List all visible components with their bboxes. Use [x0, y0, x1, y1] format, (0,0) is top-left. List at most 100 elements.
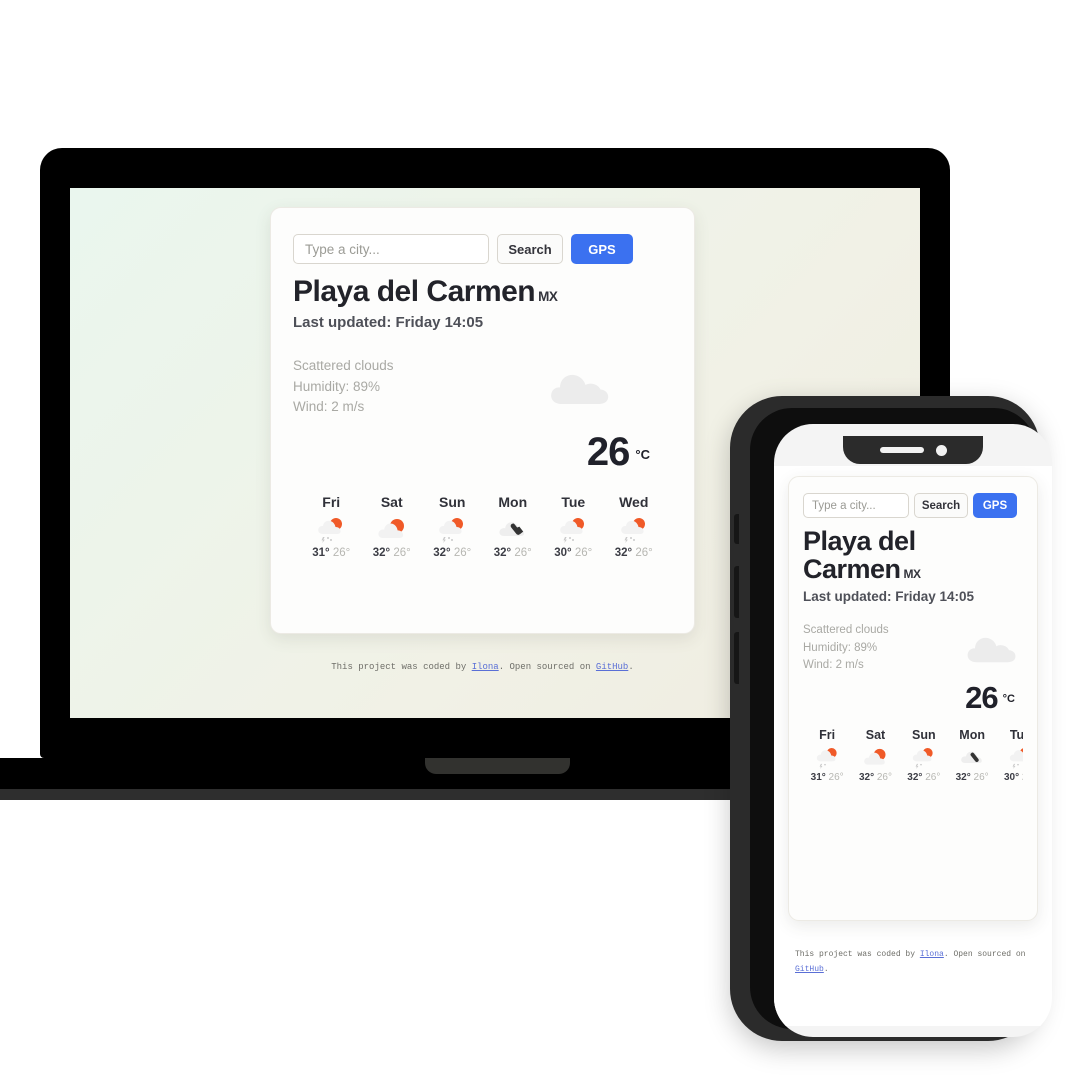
forecast-max: 30°	[1003, 772, 1020, 784]
city-title: Playa del Carmen MX	[293, 276, 672, 307]
gps-button[interactable]: GPS	[571, 234, 633, 264]
github-link[interactable]: GitHub	[596, 662, 628, 672]
forecast-day-label: Sat	[380, 494, 403, 511]
footer-text-before: This project was coded by	[331, 662, 472, 672]
forecast-min: 26°	[876, 772, 892, 784]
forecast-min: 26°	[635, 547, 653, 560]
search-input[interactable]: Type a city...	[293, 234, 489, 264]
forecast-day-3: Mon 32° 26°	[948, 728, 996, 783]
weather-card-desktop: Type a city... Search GPS Playa del Carm…	[270, 207, 695, 672]
search-input[interactable]: Type a city...	[803, 493, 909, 518]
forecast-scroller[interactable]: Fri 31° 26° Sat 32° 26° Sun 32° 26° Mon …	[803, 728, 1023, 783]
speaker-icon	[879, 447, 924, 453]
forecast-day-label: Mon	[498, 494, 528, 511]
forecast-temps: 32° 26°	[362, 547, 423, 559]
camera-icon	[935, 444, 947, 456]
forecast-day-1: Sat 32° 26°	[851, 728, 899, 783]
forecast-temps: 32° 26°	[604, 547, 665, 559]
forecast-day-label: Fri	[322, 494, 341, 511]
forecast-max: 32°	[372, 547, 391, 560]
forecast-temps: 30° 26°	[996, 772, 1023, 783]
current-conditions: Scattered clouds Humidity: 89% Wind: 2 m…	[293, 356, 672, 484]
last-updated: Last updated: Friday 14:05	[803, 589, 975, 605]
cloud-icon	[965, 632, 1017, 664]
forecast-max: 30°	[554, 547, 572, 560]
forecast-day-3: Mon 32° 26°	[483, 494, 544, 559]
city-title: Playa del Carmen MX	[803, 527, 1023, 583]
gps-button[interactable]: GPS	[973, 493, 1017, 518]
last-updated: Last updated: Friday 14:05	[293, 314, 484, 332]
phone-volume-down-button[interactable]	[734, 632, 739, 684]
sun-cloud-drizzle-icon	[815, 747, 840, 769]
city-name: Playa del Carmen	[293, 275, 536, 308]
forecast-temps: 32° 26°	[900, 772, 948, 783]
cloud-lightning-icon	[960, 747, 985, 769]
forecast-max: 31°	[810, 772, 826, 784]
forecast-day-label: Sat	[865, 728, 886, 743]
sun-cloud-drizzle-icon	[1008, 747, 1023, 769]
forecast-day-4: Tue 30° 26°	[543, 494, 604, 559]
phone-page: Type a city... Search GPS Playa del Carm…	[774, 466, 1052, 1026]
forecast-min: 26°	[973, 772, 989, 784]
laptop-trackpad-notch	[425, 758, 570, 774]
sun-cloud-drizzle-icon	[619, 517, 649, 544]
forecast-temps: 31° 26°	[301, 547, 362, 559]
forecast-max: 32°	[614, 547, 633, 560]
footer-text-middle: . Open sourced on	[498, 662, 596, 672]
forecast-day-label: Mon	[959, 728, 985, 743]
author-link[interactable]: Ilona	[920, 950, 944, 959]
forecast-day-4: Tue	[996, 728, 1023, 783]
forecast-min: 26°	[453, 547, 472, 560]
forecast-max: 32°	[907, 772, 923, 784]
forecast-min: 26°	[514, 547, 532, 560]
weather-card-mobile: Type a city... Search GPS Playa del Carm…	[788, 476, 1038, 974]
forecast-day-0: Fri 31° 26°	[803, 728, 851, 783]
forecast-min: 26°	[925, 772, 941, 784]
phone-bezel: Type a city... Search GPS Playa del Carm…	[750, 408, 1052, 1037]
search-button[interactable]: Search	[497, 234, 563, 264]
forecast-min: 26°	[1022, 772, 1023, 783]
current-temperature: 26 °C	[965, 680, 1015, 716]
forecast-row: Fri 31° 26° Sat 32° 26° Sun 32° 26° Mon …	[803, 728, 1023, 783]
forecast-temps: 32° 26°	[851, 772, 899, 783]
wind-text: Wind: 2 m/s	[293, 399, 365, 415]
sun-cloud-icon	[863, 747, 888, 769]
phone-screen: Type a city... Search GPS Playa del Carm…	[774, 424, 1052, 1037]
sun-cloud-drizzle-icon	[437, 517, 467, 544]
page-footer: This project was coded by Ilona. Open so…	[795, 947, 1041, 977]
country-code: MX	[903, 567, 922, 582]
forecast-day-label: Tue	[561, 494, 586, 511]
forecast-temps: 32° 26°	[483, 547, 544, 559]
footer-text-after: .	[628, 662, 634, 672]
forecast-max: 32°	[493, 547, 512, 560]
cloud-icon	[548, 368, 610, 406]
forecast-day-label: Sun	[912, 728, 936, 743]
sun-cloud-drizzle-icon	[316, 517, 346, 544]
forecast-day-label: Fri	[819, 728, 836, 743]
phone-mute-switch[interactable]	[734, 514, 739, 544]
forecast-min: 26°	[332, 547, 351, 560]
forecast-temps: 32° 26°	[422, 547, 483, 559]
github-link[interactable]: GitHub	[795, 965, 824, 974]
phone-notch	[843, 436, 983, 464]
forecast-day-0: Fri 31° 26°	[301, 494, 362, 559]
forecast-temps: 32° 26°	[948, 772, 996, 783]
phone-frame: Type a city... Search GPS Playa del Carm…	[730, 396, 1052, 1041]
forecast-max: 32°	[858, 772, 875, 784]
city-name: Playa del Carmen	[803, 526, 916, 585]
temperature-unit: °C	[1002, 692, 1015, 705]
footer-text-before: This project was coded by	[795, 950, 920, 959]
forecast-max: 31°	[312, 547, 330, 560]
temperature-value: 26	[586, 430, 630, 475]
forecast-row: Fri 31° 26° Sat 32° 26° Sun 32° 26° Mon …	[293, 494, 672, 559]
phone-volume-up-button[interactable]	[734, 566, 739, 618]
author-link[interactable]: Ilona	[472, 662, 499, 672]
forecast-max: 32°	[433, 547, 451, 560]
forecast-max: 32°	[955, 772, 971, 784]
sun-cloud-drizzle-icon	[558, 517, 588, 544]
sun-cloud-icon	[377, 517, 407, 543]
page-footer: This project was coded by Ilona. Open so…	[271, 662, 694, 672]
footer-text-middle: . Open sourced on	[943, 950, 1026, 959]
search-button[interactable]: Search	[914, 493, 968, 518]
forecast-day-label: Sun	[439, 494, 466, 511]
